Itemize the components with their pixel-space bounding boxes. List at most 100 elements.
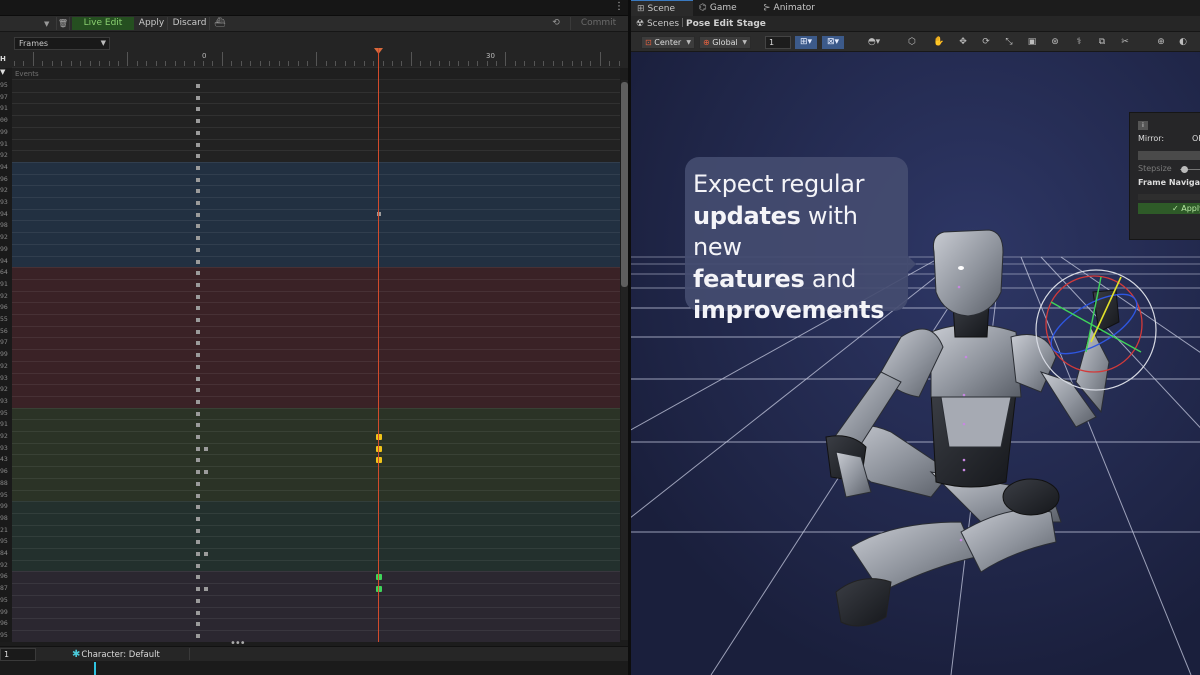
keyframe[interactable]: [196, 622, 200, 627]
dropdown-arrow-icon[interactable]: ▼: [44, 20, 49, 28]
keyframe[interactable]: [196, 563, 200, 568]
events-track[interactable]: Events: [12, 67, 620, 80]
keyframe[interactable]: [196, 165, 200, 170]
keyframe[interactable]: [196, 470, 200, 475]
keyframe[interactable]: [196, 633, 200, 638]
keyframe[interactable]: [196, 552, 200, 556]
keyframe[interactable]: [196, 107, 200, 112]
keyframe[interactable]: [196, 236, 200, 241]
keyframe[interactable]: [204, 470, 208, 475]
history-icon[interactable]: ⟲: [548, 17, 564, 30]
playhead-line[interactable]: [378, 48, 379, 642]
apply-button[interactable]: Apply: [136, 17, 168, 30]
keyframe[interactable]: [196, 271, 200, 276]
keyframe[interactable]: [196, 329, 200, 334]
keyframe[interactable]: [204, 552, 208, 556]
time-units-dropdown[interactable]: Frames ▼: [14, 37, 110, 50]
character-selector[interactable]: ✱Character: Default: [72, 649, 160, 660]
commit-button[interactable]: Commit: [570, 17, 626, 30]
keyframe[interactable]: [196, 516, 200, 521]
keyframe[interactable]: [196, 399, 200, 404]
rect-tool-icon[interactable]: ▣: [1024, 36, 1040, 49]
collapse-handle-icon[interactable]: H: [0, 55, 6, 63]
keyframe[interactable]: [196, 84, 200, 88]
keyframe[interactable]: [196, 610, 200, 615]
keyframe[interactable]: [196, 224, 200, 229]
layers-icon[interactable]: ⧉: [1094, 36, 1110, 49]
orientation-icon[interactable]: ⊕: [1153, 36, 1169, 49]
keyframe[interactable]: [196, 364, 200, 369]
current-frame-field[interactable]: 1: [0, 648, 36, 661]
keyframe[interactable]: [196, 341, 200, 346]
grid-snap-icon[interactable]: ⊞▾: [795, 36, 817, 49]
render-mode-icon[interactable]: ◓▾: [863, 36, 885, 49]
keyframe[interactable]: [196, 598, 200, 603]
timeline-ruler[interactable]: [14, 50, 620, 66]
overlay-apply-button[interactable]: ✓ Apply: [1138, 203, 1200, 214]
keyframe[interactable]: [196, 423, 200, 428]
keyframe[interactable]: [196, 376, 200, 381]
selected-keyframe[interactable]: [376, 586, 382, 593]
trash-icon[interactable]: 🗑: [56, 17, 70, 30]
tab-scene[interactable]: ⊞ Scene: [631, 0, 693, 16]
keyframe[interactable]: [196, 177, 200, 182]
breadcrumb-current[interactable]: Pose Edit Stage: [686, 19, 766, 29]
move-icon[interactable]: ✥: [955, 36, 971, 49]
tab-animator[interactable]: ⊱ Animator: [757, 0, 837, 16]
more-options-icon[interactable]: ⋮: [614, 1, 624, 12]
hand-icon[interactable]: ✋: [931, 36, 947, 49]
keyframe[interactable]: [196, 318, 200, 322]
breadcrumb-scenes[interactable]: ☢ Scenes: [636, 19, 679, 29]
selected-keyframe[interactable]: [376, 457, 382, 464]
selected-keyframe[interactable]: [376, 574, 382, 581]
keyframe[interactable]: [196, 142, 200, 147]
keyframe[interactable]: [196, 119, 200, 124]
keyframe[interactable]: [196, 130, 200, 135]
discard-button[interactable]: Discard: [170, 17, 210, 30]
lighting-icon[interactable]: ◐: [1175, 36, 1191, 49]
keyframe[interactable]: [196, 540, 200, 545]
keyframe[interactable]: [196, 259, 200, 264]
keyframe[interactable]: [196, 189, 200, 194]
snap-increment-field[interactable]: 1: [765, 36, 791, 49]
keyframe[interactable]: [196, 458, 200, 463]
keyframe[interactable]: [196, 154, 200, 159]
rotate-icon[interactable]: ⟳: [978, 36, 994, 49]
time-cursor-marker[interactable]: [94, 662, 96, 675]
keyframe[interactable]: [196, 528, 200, 533]
keyframe[interactable]: [196, 493, 200, 498]
keyframe[interactable]: [196, 282, 200, 287]
keyframe[interactable]: [196, 587, 200, 592]
vertical-scrollbar-thumb[interactable]: [621, 82, 628, 287]
keyframe[interactable]: [196, 247, 200, 252]
expand-caret-icon[interactable]: ▼: [0, 68, 5, 76]
selected-keyframe[interactable]: [376, 434, 382, 440]
keyframe[interactable]: [196, 388, 200, 393]
custom-tool-icon[interactable]: ⚕: [1071, 36, 1087, 49]
mirror-toggle[interactable]: OF: [1192, 134, 1200, 143]
frame-navigation-track[interactable]: [1138, 194, 1200, 200]
overlay-field[interactable]: [1138, 151, 1200, 160]
keyframe[interactable]: [196, 411, 200, 416]
space-mode-dropdown[interactable]: ⊕ Global ▼: [699, 36, 751, 49]
scene-viewport[interactable]: i Mirror: OF Stepsize Frame Navigat ✓ Ap…: [631, 52, 1200, 675]
keyframe[interactable]: [196, 95, 200, 100]
keyframe[interactable]: [196, 212, 200, 217]
keyframe[interactable]: [204, 446, 208, 451]
keyframe[interactable]: [196, 201, 200, 205]
camera-icon[interactable]: ⛴: [212, 17, 228, 30]
keyframe-grid[interactable]: [12, 80, 620, 642]
scale-icon[interactable]: ⤡: [1001, 36, 1017, 49]
keyframe[interactable]: [196, 505, 200, 510]
gizmo-icon[interactable]: ✂: [1117, 36, 1133, 49]
live-edit-button[interactable]: Live Edit: [72, 17, 134, 30]
keyframe[interactable]: [196, 481, 200, 486]
keyframe[interactable]: [196, 435, 200, 439]
keyframe[interactable]: [196, 294, 200, 299]
keyframe[interactable]: [196, 306, 200, 311]
keyframe[interactable]: [204, 587, 208, 592]
keyframe[interactable]: [196, 575, 200, 580]
view-tool-icon[interactable]: ⬡: [904, 36, 920, 49]
overlay-toggle-button[interactable]: i: [1138, 121, 1148, 130]
selected-keyframe[interactable]: [376, 445, 382, 452]
